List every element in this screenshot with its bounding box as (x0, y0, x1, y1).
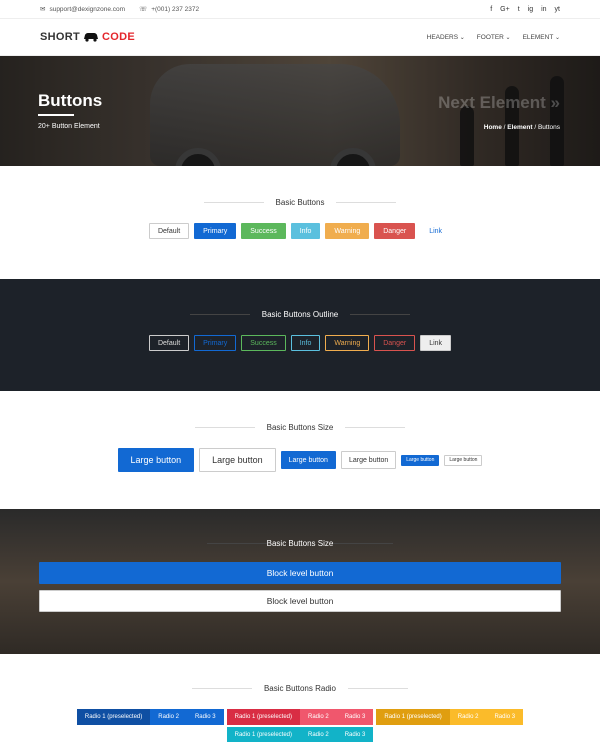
logo-code: CODE (102, 31, 135, 43)
radio-option[interactable]: Radio 2 (150, 709, 187, 725)
outline-buttons-section: Basic Buttons Outline Default Primary Su… (0, 279, 600, 391)
primary-outline-button[interactable]: Primary (194, 335, 237, 351)
radio-option[interactable]: Radio 2 (449, 709, 487, 725)
facebook-icon[interactable]: f (490, 6, 492, 13)
hero-banner: Buttons 20+ Button Element Next Element … (0, 56, 600, 166)
button-sizes-section: Basic Buttons Size Large button Large bu… (0, 391, 600, 509)
primary-button[interactable]: Primary (194, 223, 237, 239)
success-outline-button[interactable]: Success (241, 335, 286, 351)
google-plus-icon[interactable]: G+ (500, 6, 510, 13)
linkedin-icon[interactable]: in (541, 6, 546, 13)
block-default-button[interactable]: Block level button (39, 590, 561, 612)
medium-primary-button[interactable]: Large button (280, 451, 336, 469)
title-underline (38, 114, 74, 116)
large-primary-button[interactable]: Large button (117, 448, 195, 472)
block-buttons-section: Basic Buttons Size Block level button Bl… (0, 509, 600, 654)
danger-button[interactable]: Danger (374, 223, 416, 239)
breadcrumb-element[interactable]: Element (507, 124, 532, 131)
small-primary-button[interactable]: Large button (401, 454, 440, 466)
default-button[interactable]: Default (148, 223, 190, 239)
radio-group-primary: Radio 1 (preselected) Radio 2 Radio 3 (76, 709, 224, 725)
danger-outline-button[interactable]: Danger (374, 335, 416, 351)
radio-buttons-section: Basic Buttons Radio Radio 1 (preselected… (0, 654, 600, 742)
car-icon (84, 33, 98, 42)
warning-button[interactable]: Warning (325, 223, 370, 239)
section-title: Basic Buttons Size (195, 423, 406, 432)
menu-footer[interactable]: FOOTER (477, 34, 511, 41)
success-button[interactable]: Success (241, 223, 286, 239)
twitter-icon[interactable]: t (518, 6, 520, 13)
menu-element[interactable]: ELEMENT (523, 34, 560, 41)
block-primary-button[interactable]: Block level button (39, 562, 561, 584)
radio-group-red: Radio 1 (preselected) Radio 2 Radio 3 (226, 709, 374, 725)
section-title: Basic Buttons (204, 198, 397, 207)
radio-group-teal: Radio 1 (preselected) Radio 2 Radio 3 (226, 727, 374, 742)
social-links: f G+ t ig in yt (490, 6, 560, 13)
section-title: Basic Buttons Size (207, 539, 394, 548)
breadcrumb-current: Buttons (537, 124, 560, 131)
warning-outline-button[interactable]: Warning (325, 335, 370, 351)
menu-headers[interactable]: HEADERS (427, 34, 465, 41)
radio-option[interactable]: Radio 2 (300, 727, 337, 742)
radio-group-yellow: Radio 1 (preselected) Radio 2 Radio 3 (376, 709, 524, 725)
radio-option[interactable]: Radio 1 (preselected) (76, 709, 151, 725)
radio-option[interactable]: Radio 3 (186, 709, 224, 725)
top-bar: ✉ support@dexignzone.com ☏ +(001) 237 23… (0, 0, 600, 19)
next-element-link[interactable]: Next Element » (438, 93, 560, 113)
section-title: Basic Buttons Radio (192, 684, 408, 693)
youtube-icon[interactable]: yt (555, 6, 560, 13)
basic-buttons-section: Basic Buttons Default Primary Success In… (0, 166, 600, 279)
info-button[interactable]: Info (290, 223, 321, 239)
radio-option[interactable]: Radio 1 (preselected) (376, 709, 450, 725)
breadcrumb: Home / Element / Buttons (483, 124, 560, 131)
email-contact[interactable]: ✉ support@dexignzone.com (40, 5, 126, 14)
radio-option[interactable]: Radio 3 (336, 727, 374, 742)
logo[interactable]: SHORT CODE (40, 31, 135, 43)
radio-option[interactable]: Radio 3 (336, 709, 374, 725)
info-outline-button[interactable]: Info (290, 335, 321, 351)
menu: HEADERS FOOTER ELEMENT (427, 34, 560, 41)
radio-option[interactable]: Radio 3 (486, 709, 524, 725)
small-default-button[interactable]: Large button (444, 454, 483, 466)
breadcrumb-home[interactable]: Home (484, 124, 502, 131)
instagram-icon[interactable]: ig (528, 6, 533, 13)
page-title: Buttons (38, 91, 103, 110)
logo-short: SHORT (40, 31, 80, 43)
section-title: Basic Buttons Outline (190, 310, 410, 319)
radio-option[interactable]: Radio 1 (preselected) (226, 709, 300, 725)
main-nav: SHORT CODE HEADERS FOOTER ELEMENT (0, 19, 600, 56)
link-outline-button[interactable]: Link (420, 335, 452, 351)
radio-option[interactable]: Radio 2 (300, 709, 337, 725)
phone-contact[interactable]: ☏ +(001) 237 2372 (139, 5, 200, 14)
page-subtitle: 20+ Button Element (38, 123, 100, 130)
large-default-button[interactable]: Large button (199, 448, 276, 472)
default-outline-button[interactable]: Default (148, 335, 190, 351)
phone-text: +(001) 237 2372 (151, 5, 200, 13)
radio-option[interactable]: Radio 1 (preselected) (226, 727, 300, 742)
email-text: support@dexignzone.com (49, 5, 126, 13)
link-button[interactable]: Link (420, 223, 451, 239)
medium-default-button[interactable]: Large button (340, 451, 397, 469)
